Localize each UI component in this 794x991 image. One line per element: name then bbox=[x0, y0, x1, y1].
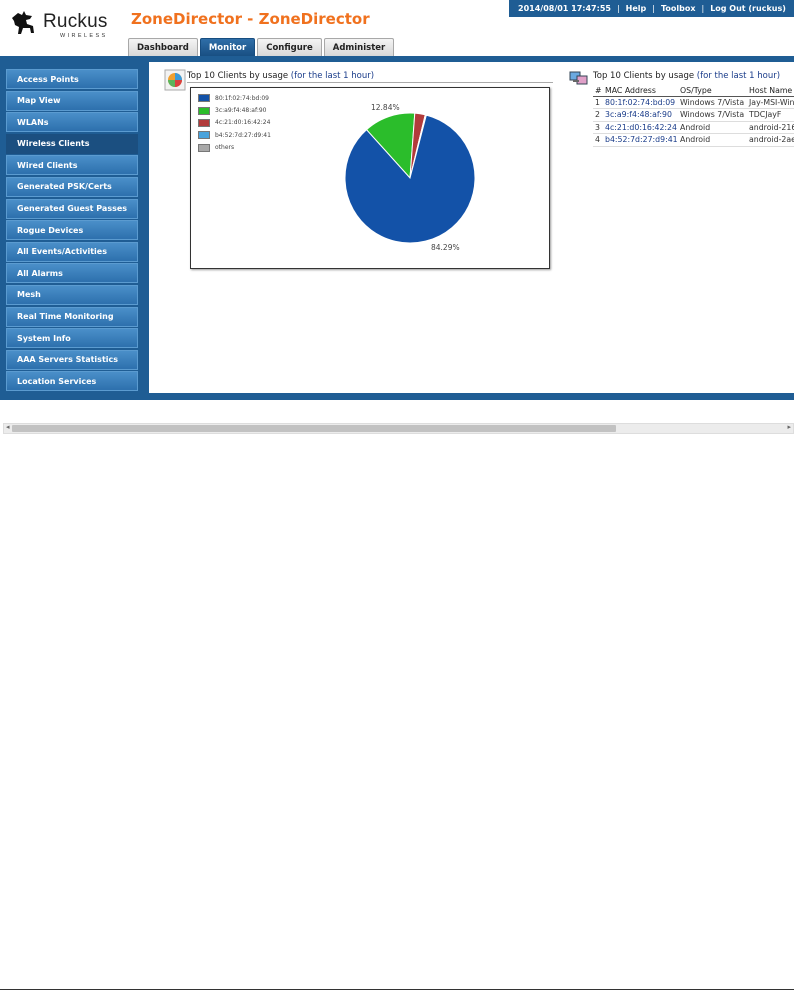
legend-swatch bbox=[198, 94, 210, 103]
tab-administer[interactable]: Administer bbox=[323, 38, 395, 57]
separator: | bbox=[616, 4, 620, 13]
ruckus-logo: Ruckus WIRELESS bbox=[6, 6, 116, 40]
scrollbar-thumb[interactable] bbox=[12, 425, 616, 432]
os-type: Windows 7/Vista bbox=[678, 108, 747, 122]
legend-item: others bbox=[198, 142, 271, 154]
row-num: 2 bbox=[593, 108, 603, 122]
legend-swatch bbox=[198, 143, 210, 152]
os-type: Android bbox=[678, 121, 747, 134]
table-panel-title-range: (for the last 1 hour) bbox=[696, 71, 781, 81]
legend-item: b4:52:7d:27:d9:41 bbox=[198, 129, 271, 141]
datetime: 2014/08/01 17:47:55 bbox=[518, 4, 611, 13]
legend-label: others bbox=[215, 144, 235, 152]
mac-link[interactable]: 80:1f:02:74:bd:09 bbox=[603, 96, 678, 109]
help-link[interactable]: Help bbox=[626, 4, 647, 13]
logout-link[interactable]: Log Out (ruckus) bbox=[710, 4, 786, 13]
table-row: 4 b4:52:7d:27:d9:41 Android android-2ae bbox=[593, 133, 794, 147]
sidebar-item-location-services[interactable]: Location Services bbox=[6, 371, 138, 392]
table-row: 1 80:1f:02:74:bd:09 Windows 7/Vista Jay-… bbox=[593, 96, 794, 109]
sidebar-item-wired-clients[interactable]: Wired Clients bbox=[6, 155, 138, 176]
table-header-row: # MAC Address OS/Type Host Name bbox=[593, 85, 794, 97]
legend-item: 3c:a9:f4:48:af:90 bbox=[198, 104, 271, 116]
legend-swatch bbox=[198, 131, 210, 140]
pie-chart-icon bbox=[164, 69, 186, 91]
tab-monitor[interactable]: Monitor bbox=[199, 38, 256, 57]
legend-item: 4c:21:d0:16:42:24 bbox=[198, 117, 271, 129]
sidebar-item-generated-psk[interactable]: Generated PSK/Certs bbox=[6, 176, 138, 197]
chart-panel-title-range: (for the last 1 hour) bbox=[290, 71, 375, 81]
host-name: android-216 bbox=[747, 121, 794, 134]
table-row: 2 3c:a9:f4:48:af:90 Windows 7/Vista TDCJ… bbox=[593, 108, 794, 122]
legend-label: b4:52:7d:27:d9:41 bbox=[215, 131, 271, 139]
scroll-right-icon[interactable]: ▸ bbox=[787, 423, 791, 431]
sidebar-item-real-time-monitoring[interactable]: Real Time Monitoring bbox=[6, 306, 138, 327]
app-title: ZoneDirector - ZoneDirector bbox=[131, 10, 370, 28]
top-status-bar: 2014/08/01 17:47:55 | Help | Toolbox | L… bbox=[509, 0, 794, 17]
mac-link[interactable]: b4:52:7d:27:d9:41 bbox=[603, 133, 678, 147]
table-row: 3 4c:21:d0:16:42:24 Android android-216 bbox=[593, 121, 794, 134]
sidebar-item-mesh[interactable]: Mesh bbox=[6, 284, 138, 305]
legend-label: 4c:21:d0:16:42:24 bbox=[215, 119, 271, 127]
col-header-os[interactable]: OS/Type bbox=[678, 85, 747, 97]
tab-dashboard[interactable]: Dashboard bbox=[128, 38, 198, 57]
clients-table: # MAC Address OS/Type Host Name 1 80:1f:… bbox=[593, 85, 794, 147]
os-type: Windows 7/Vista bbox=[678, 96, 747, 109]
horizontal-scrollbar[interactable]: ◂ ▸ bbox=[3, 423, 794, 434]
chart-legend: 80:1f:02:74:bd:09 3c:a9:f4:48:af:90 4c:2… bbox=[198, 92, 271, 154]
tab-configure[interactable]: Configure bbox=[257, 38, 322, 57]
sidebar-item-guest-passes[interactable]: Generated Guest Passes bbox=[6, 198, 138, 219]
table-panel-title-main: Top 10 Clients by usage bbox=[593, 71, 697, 81]
col-header-num[interactable]: # bbox=[593, 85, 603, 97]
slice-label-blue: 84.29% bbox=[431, 243, 460, 252]
host-name: android-2ae bbox=[747, 133, 794, 147]
legend-swatch bbox=[198, 106, 210, 115]
table-panel-title: Top 10 Clients by usage (for the last 1 … bbox=[593, 71, 780, 81]
divider bbox=[187, 82, 553, 83]
sidebar-item-aaa-stats[interactable]: AAA Servers Statistics bbox=[6, 349, 138, 370]
col-header-host[interactable]: Host Name bbox=[747, 85, 794, 97]
legend-swatch bbox=[198, 118, 210, 127]
mac-link[interactable]: 4c:21:d0:16:42:24 bbox=[603, 121, 678, 134]
sidebar-item-wireless-clients[interactable]: Wireless Clients bbox=[6, 133, 138, 154]
mac-link[interactable]: 3c:a9:f4:48:af:90 bbox=[603, 108, 678, 122]
sidebar-item-access-points[interactable]: Access Points bbox=[6, 69, 138, 89]
slice-label-green: 12.84% bbox=[371, 103, 400, 112]
chart-panel-title: Top 10 Clients by usage (for the last 1 … bbox=[187, 71, 374, 81]
sidebar-item-alarms[interactable]: All Alarms bbox=[6, 263, 138, 284]
legend-label: 80:1f:02:74:bd:09 bbox=[215, 94, 269, 102]
row-num: 3 bbox=[593, 121, 603, 134]
sidebar-item-wlans[interactable]: WLANs bbox=[6, 112, 138, 133]
sidebar-item-map-view[interactable]: Map View bbox=[6, 90, 138, 111]
col-header-mac[interactable]: MAC Address bbox=[603, 85, 678, 97]
ruckus-dog-icon bbox=[12, 11, 34, 34]
sidebar-item-system-info[interactable]: System Info bbox=[6, 328, 138, 349]
brand-tagline: WIRELESS bbox=[60, 33, 108, 39]
host-name: TDCJayF bbox=[747, 108, 794, 122]
os-type: Android bbox=[678, 133, 747, 147]
sidebar-nav: Access Points Map View WLANs Wireless Cl… bbox=[6, 69, 138, 393]
separator: | bbox=[701, 4, 705, 13]
sidebar-item-rogue-devices[interactable]: Rogue Devices bbox=[6, 220, 138, 241]
page-bottom-rule bbox=[0, 989, 794, 990]
brand-name: Ruckus bbox=[43, 11, 108, 32]
row-num: 1 bbox=[593, 96, 603, 109]
toolbox-link[interactable]: Toolbox bbox=[661, 4, 696, 13]
legend-item: 80:1f:02:74:bd:09 bbox=[198, 92, 271, 104]
main-tabs: Dashboard Monitor Configure Administer bbox=[128, 38, 396, 57]
scroll-left-icon[interactable]: ◂ bbox=[6, 423, 10, 431]
row-num: 4 bbox=[593, 133, 603, 147]
chart-panel-title-main: Top 10 Clients by usage bbox=[187, 71, 291, 81]
host-name: Jay-MSI-Win bbox=[747, 96, 794, 109]
sidebar-item-events[interactable]: All Events/Activities bbox=[6, 241, 138, 262]
clients-icon bbox=[568, 69, 588, 89]
legend-label: 3c:a9:f4:48:af:90 bbox=[215, 107, 267, 115]
separator: | bbox=[652, 4, 655, 13]
